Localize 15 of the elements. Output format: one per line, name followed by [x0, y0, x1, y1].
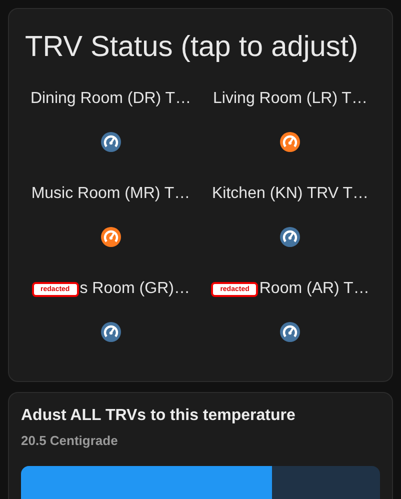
temperature-value: 20.5 Centigrade — [21, 433, 119, 448]
device-name[interactable]: Dining Room (DR) T… — [30, 90, 192, 108]
thermostat-icon[interactable] — [280, 227, 300, 247]
device-name[interactable]: Kitchen (KN) TRV T… — [212, 185, 368, 203]
device-name[interactable]: Music Room (MR) T… — [31, 185, 190, 203]
thermostat-icon[interactable] — [280, 322, 300, 342]
card-title: TRV Status (tap to adjust) — [24, 31, 360, 64]
device-name[interactable]: s Room (GR)… — [80, 280, 190, 298]
card-title: Adust ALL TRVs to this temperature — [21, 407, 296, 425]
device-name[interactable]: Living Room (LR) T… — [213, 90, 368, 108]
thermostat-icon[interactable] — [100, 132, 121, 152]
thermostat-icon[interactable] — [280, 132, 300, 152]
thermostat-icon[interactable] — [100, 322, 121, 342]
device-name[interactable]: Room (AR) T… — [259, 280, 370, 298]
thermostat-icon[interactable] — [100, 227, 121, 247]
